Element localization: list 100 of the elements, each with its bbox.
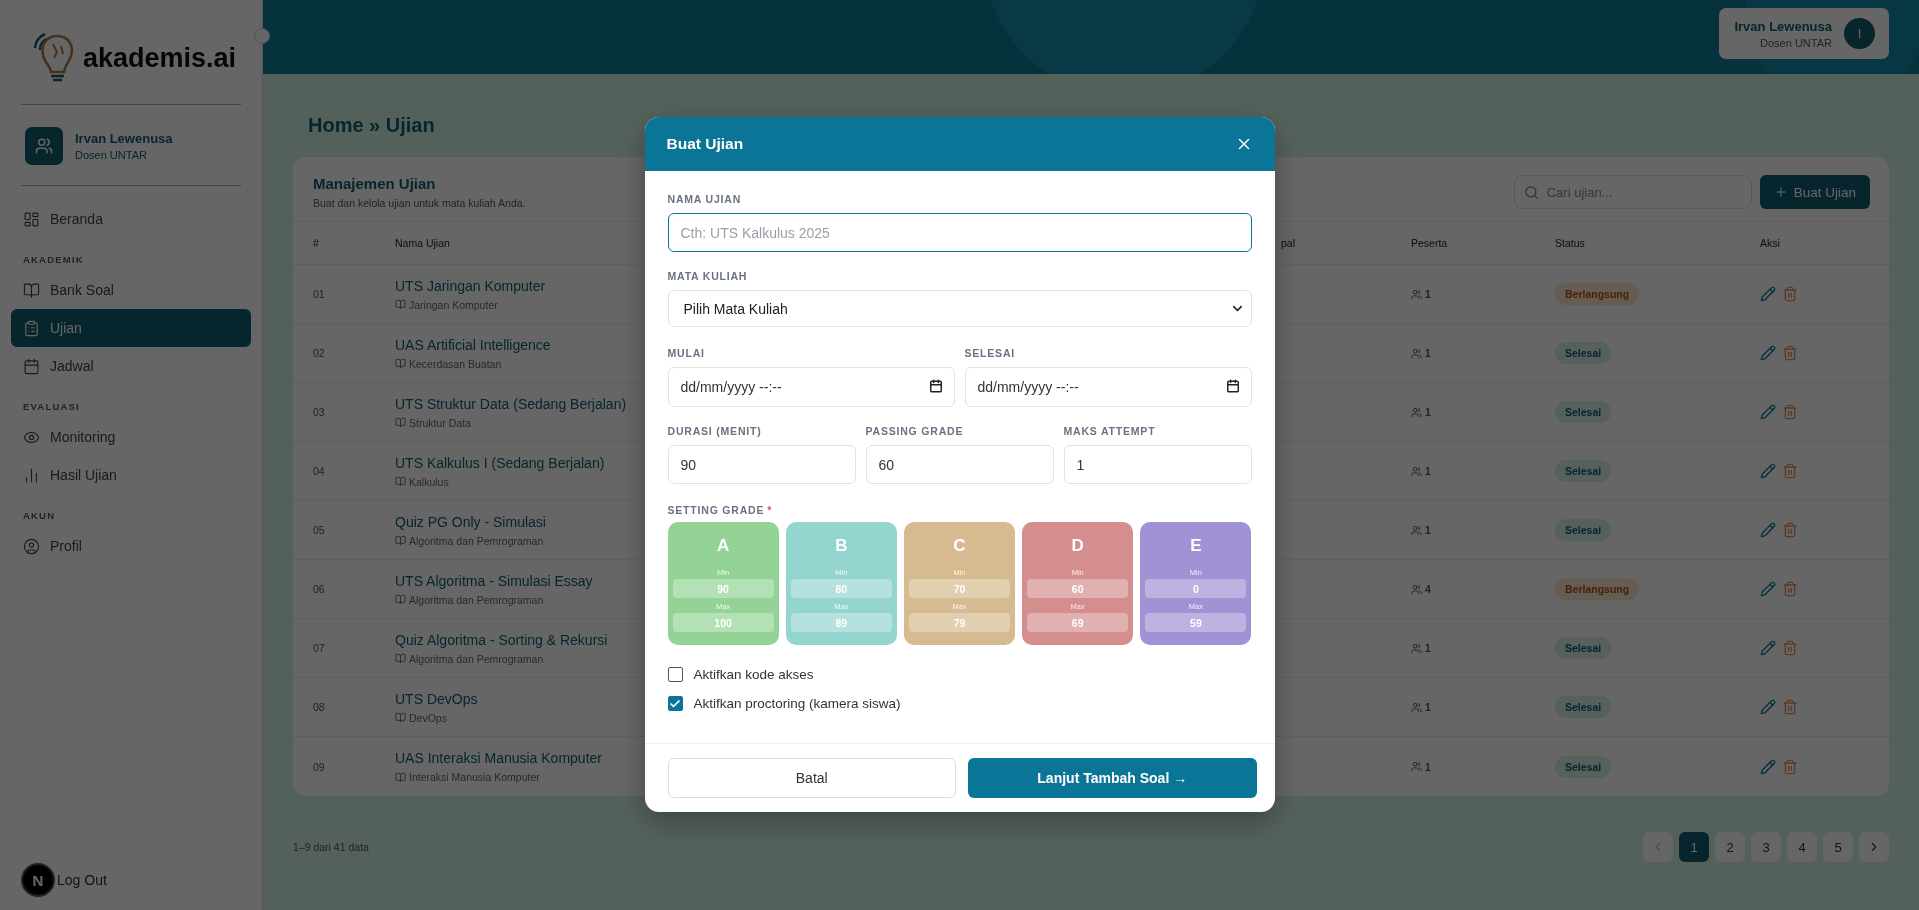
column-header: pal xyxy=(1281,237,1296,249)
nav-item[interactable]: Bank Soal xyxy=(11,271,251,309)
date-time-field[interactable]: dd/mm/yyyy --:-- xyxy=(964,367,1252,407)
row-number: 09 xyxy=(313,760,326,773)
users-icon xyxy=(1411,642,1422,654)
grade-max-field[interactable]: 59 xyxy=(1145,613,1247,632)
course-name: Struktur Data xyxy=(409,416,471,429)
delete-button[interactable] xyxy=(1782,404,1798,420)
edit-button[interactable] xyxy=(1760,581,1776,597)
cancel-button[interactable]: Batal xyxy=(667,758,956,798)
status-badge: Selesai xyxy=(1555,755,1612,778)
grade-min-field[interactable]: 0 xyxy=(1145,579,1247,598)
page-button[interactable]: 5 xyxy=(1823,832,1853,862)
logout-link[interactable]: Log Out xyxy=(57,872,107,888)
calendar-icon[interactable] xyxy=(928,379,943,393)
delete-button[interactable] xyxy=(1782,581,1798,597)
bar-chart-icon xyxy=(23,466,40,484)
edit-button[interactable] xyxy=(1760,699,1776,715)
dashboard-icon xyxy=(23,210,40,228)
course-select[interactable]: Pilih Mata Kuliah xyxy=(667,290,1252,327)
delete-button[interactable] xyxy=(1782,640,1798,656)
clipboard-icon xyxy=(23,319,40,337)
participant-count: 1 xyxy=(1425,406,1431,418)
next-page-button[interactable] xyxy=(1859,832,1889,862)
users-icon xyxy=(25,127,63,165)
plus-icon xyxy=(1773,185,1788,199)
page-button[interactable]: 1 xyxy=(1679,832,1709,862)
breadcrumb: Home » Ujian xyxy=(308,114,436,137)
grade-letter: C xyxy=(953,536,966,556)
course-name: Algoritma dan Pemrograman xyxy=(409,652,544,665)
nav-item[interactable]: Beranda xyxy=(11,200,251,238)
edit-button[interactable] xyxy=(1760,758,1776,775)
grade-max-field[interactable]: 79 xyxy=(908,613,1011,632)
course-name: Kalkulus xyxy=(409,475,449,488)
number-field[interactable]: 1 xyxy=(1063,445,1252,484)
checkbox-label: Aktifkan proctoring (kamera siswa) xyxy=(693,696,901,711)
delete-button[interactable] xyxy=(1782,286,1798,302)
book-icon xyxy=(395,299,406,310)
book-icon xyxy=(395,712,406,723)
users-icon xyxy=(1411,583,1422,595)
pagination-summary: 1–9 dari 41 data xyxy=(293,841,369,853)
dev-badge[interactable]: N xyxy=(21,863,55,897)
delete-button[interactable] xyxy=(1782,522,1798,538)
user-role: Dosen UNTAR xyxy=(75,149,148,161)
brand-name: akademis.ai xyxy=(83,42,237,74)
book-icon xyxy=(395,771,406,783)
field-label: PASSING GRADE xyxy=(865,425,965,437)
status-badge: Berlangsung xyxy=(1555,578,1640,600)
edit-button[interactable] xyxy=(1760,640,1776,656)
delete-button[interactable] xyxy=(1782,345,1798,361)
column-header: Peserta xyxy=(1411,237,1449,249)
grade-letter: A xyxy=(716,536,730,556)
nav-item[interactable]: Ujian xyxy=(11,309,251,347)
page-button[interactable]: 3 xyxy=(1751,832,1781,862)
calendar-icon xyxy=(23,357,40,375)
nav-item[interactable]: Jadwal xyxy=(11,347,251,385)
grade-min-field[interactable]: 70 xyxy=(908,579,1011,598)
users-icon xyxy=(1411,288,1422,300)
page-button[interactable]: 2 xyxy=(1715,832,1745,862)
page-button[interactable]: 4 xyxy=(1787,832,1817,862)
create-exam-button[interactable]: Buat Ujian xyxy=(1759,175,1870,209)
collapse-handle[interactable] xyxy=(254,28,270,44)
checkbox[interactable] xyxy=(667,696,683,711)
column-header: # xyxy=(313,237,320,249)
nav-item[interactable]: Monitoring xyxy=(11,418,251,456)
delete-button[interactable] xyxy=(1782,463,1798,479)
nav-item[interactable]: Profil xyxy=(11,527,251,565)
status-badge: Selesai xyxy=(1555,637,1612,659)
delete-button[interactable] xyxy=(1782,758,1798,775)
field-label: NAMA UJIAN xyxy=(667,193,743,205)
exam-name-field[interactable]: Cth: UTS Kalkulus 2025 xyxy=(667,213,1252,252)
nav-section-heading: AKUN xyxy=(22,509,57,523)
edit-button[interactable] xyxy=(1760,286,1776,302)
checkbox[interactable] xyxy=(667,667,683,682)
nav-item[interactable]: Hasil Ujian xyxy=(11,456,251,494)
grade-max-field[interactable]: 69 xyxy=(1027,613,1129,632)
dialog-title: Buat Ujian xyxy=(666,135,744,153)
field-label: MAKS ATTEMPT xyxy=(1063,425,1157,437)
grade-min-field[interactable]: 60 xyxy=(1027,579,1129,598)
column-header: Nama Ujian xyxy=(395,237,451,249)
users-icon xyxy=(1411,701,1422,713)
edit-button[interactable] xyxy=(1760,345,1776,361)
number-field[interactable]: 60 xyxy=(865,445,1054,484)
course-name: Jaringan Komputer xyxy=(409,298,498,311)
user-menu[interactable]: Irvan Lewenusa Dosen UNTAR I xyxy=(1719,8,1889,59)
row-number: 01 xyxy=(313,288,326,300)
date-time-field[interactable]: dd/mm/yyyy --:-- xyxy=(667,367,955,407)
edit-button[interactable] xyxy=(1760,463,1776,479)
course-name: Interaksi Manusia Komputer xyxy=(409,771,540,783)
grade-letter: D xyxy=(1071,536,1084,556)
continue-button[interactable]: Lanjut Tambah Soal → xyxy=(968,758,1257,798)
delete-button[interactable] xyxy=(1782,699,1798,715)
calendar-icon[interactable] xyxy=(1225,379,1240,393)
status-badge: Selesai xyxy=(1555,696,1612,718)
number-field[interactable]: 90 xyxy=(667,445,856,484)
row-number: 06 xyxy=(313,583,326,595)
edit-button[interactable] xyxy=(1760,404,1776,420)
book-icon xyxy=(395,653,406,664)
edit-button[interactable] xyxy=(1760,522,1776,538)
field-label: MATA KULIAH xyxy=(667,270,749,282)
